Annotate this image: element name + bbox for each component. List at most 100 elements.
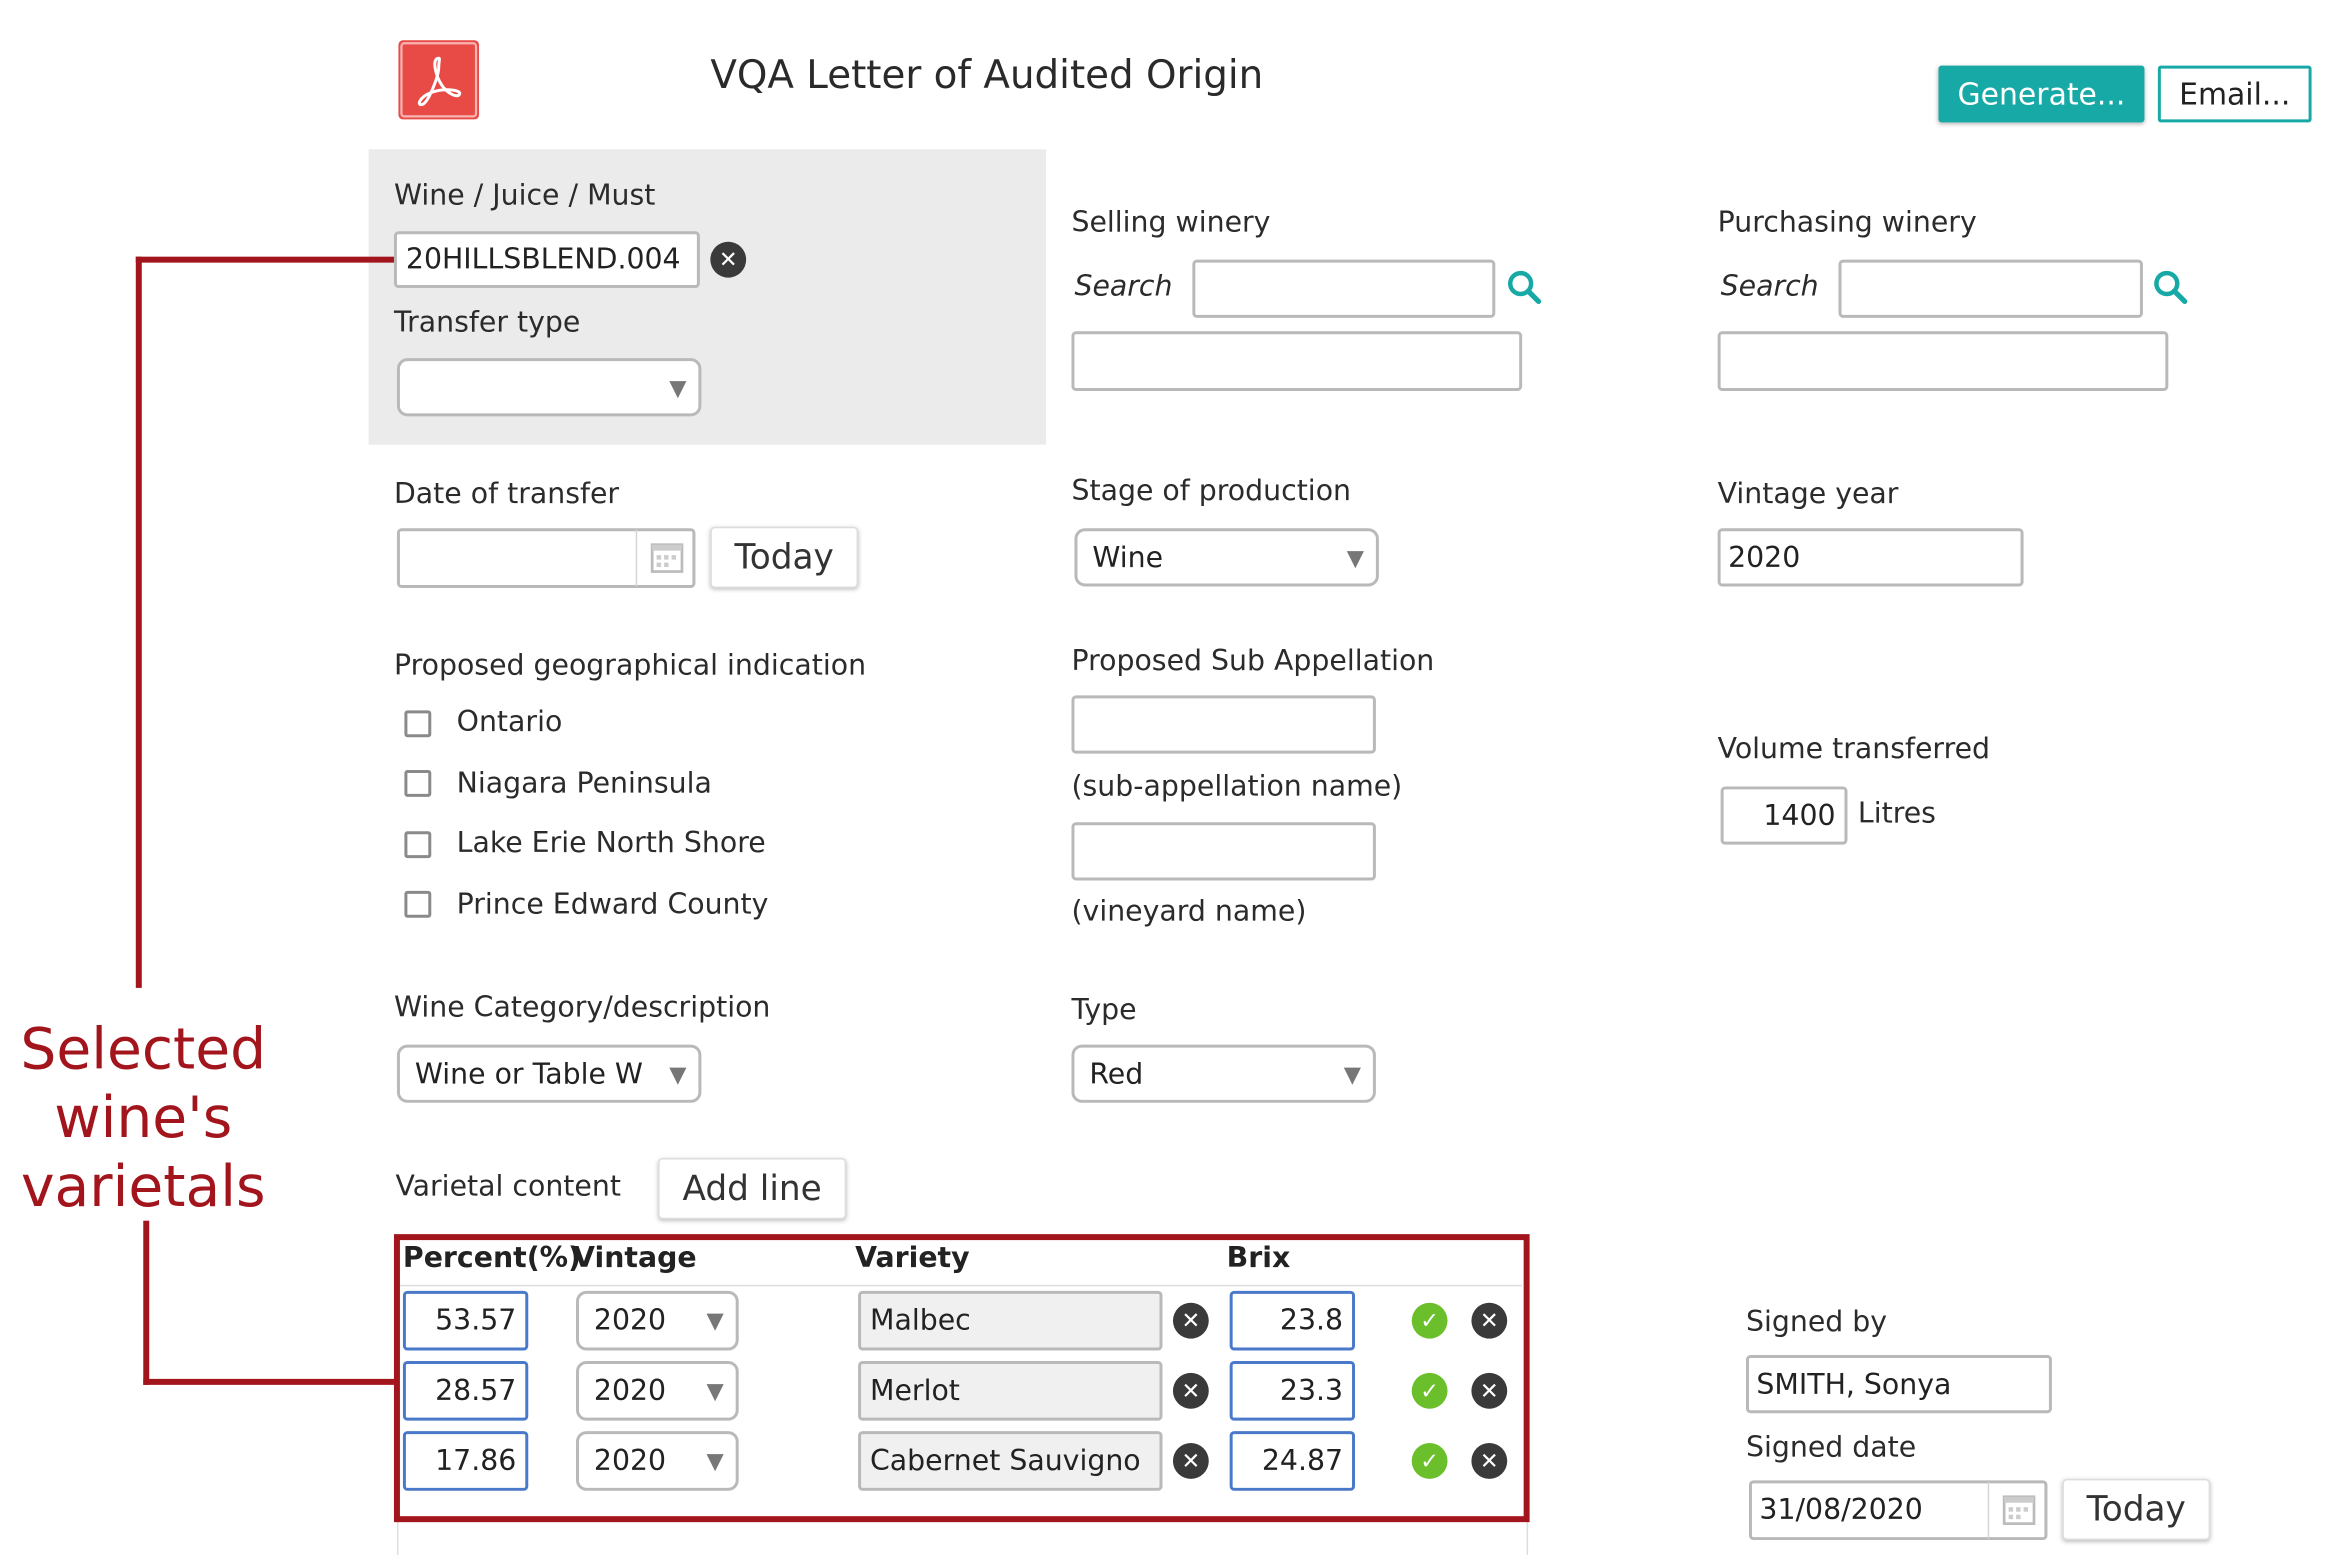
geo-niagara-label: Niagara Peninsula bbox=[456, 767, 712, 800]
variety-field[interactable]: Cabernet Sauvigno bbox=[858, 1431, 1163, 1491]
chevron-down-icon: ▼ bbox=[1343, 1060, 1361, 1088]
signed-by-label: Signed by bbox=[1745, 1305, 1888, 1339]
pdf-icon bbox=[398, 40, 480, 120]
annotation-line: Selected bbox=[20, 1016, 267, 1082]
chevron-down-icon: ▼ bbox=[669, 373, 687, 401]
vintage-select[interactable]: 2020 ▼ bbox=[576, 1360, 739, 1421]
today-button[interactable]: Today bbox=[710, 526, 859, 588]
type-select[interactable]: Red ▼ bbox=[1071, 1044, 1376, 1103]
purchasing-search-input[interactable] bbox=[1838, 259, 2143, 318]
brix-field[interactable]: 23.3 bbox=[1229, 1360, 1356, 1421]
calendar-icon[interactable] bbox=[1987, 1481, 2046, 1539]
chevron-down-icon: ▼ bbox=[669, 1060, 687, 1088]
vintage-value: 2020 bbox=[593, 1374, 667, 1408]
wine-field[interactable]: 20HILLSBLEND.004 bbox=[393, 231, 700, 289]
header-brix: Brix bbox=[1226, 1241, 1291, 1275]
vintage-select[interactable]: 2020 ▼ bbox=[576, 1431, 739, 1491]
geo-prince-edward-label: Prince Edward County bbox=[456, 887, 769, 921]
chevron-down-icon: ▼ bbox=[706, 1447, 724, 1475]
geo-ontario-label: Ontario bbox=[456, 705, 563, 739]
transfer-type-select[interactable]: ▼ bbox=[396, 358, 702, 417]
purchasing-winery-label: Purchasing winery bbox=[1717, 205, 1977, 239]
annotation-text: Selected wine's varietals bbox=[0, 1015, 287, 1221]
confirm-row-icon[interactable]: ✓ bbox=[1411, 1443, 1448, 1479]
annotation-connector bbox=[143, 1220, 150, 1385]
generate-button[interactable]: Generate... bbox=[1938, 65, 2145, 123]
vintage-year-label: Vintage year bbox=[1717, 477, 1899, 511]
annotation-connector bbox=[135, 256, 394, 263]
volume-field[interactable]: 1400 bbox=[1720, 786, 1848, 845]
search-icon[interactable] bbox=[1506, 269, 1545, 314]
signed-by-field[interactable]: SMITH, Sonya bbox=[1745, 1355, 2052, 1414]
type-label: Type bbox=[1071, 993, 1137, 1027]
selling-search-input[interactable] bbox=[1192, 259, 1496, 318]
header-variety: Variety bbox=[855, 1241, 970, 1275]
chevron-down-icon: ▼ bbox=[1346, 543, 1364, 571]
category-select[interactable]: Wine or Table W ▼ bbox=[396, 1044, 702, 1103]
signed-today-button[interactable]: Today bbox=[2062, 1478, 2211, 1541]
stage-select[interactable]: Wine ▼ bbox=[1074, 528, 1379, 587]
purchasing-search-label: Search bbox=[1720, 270, 1819, 303]
sub-appellation-field[interactable] bbox=[1071, 695, 1376, 754]
chevron-down-icon: ▼ bbox=[706, 1377, 724, 1405]
delete-row-icon[interactable]: ✕ bbox=[1471, 1443, 1508, 1479]
brix-field[interactable]: 24.87 bbox=[1229, 1431, 1356, 1491]
vineyard-field[interactable] bbox=[1071, 822, 1376, 881]
confirm-row-icon[interactable]: ✓ bbox=[1411, 1372, 1448, 1409]
email-button[interactable]: Email... bbox=[2157, 65, 2312, 123]
annotation-connector bbox=[135, 256, 142, 988]
vintage-value: 2020 bbox=[593, 1304, 667, 1338]
clear-variety-icon[interactable]: ✕ bbox=[1172, 1302, 1209, 1339]
selling-winery-label: Selling winery bbox=[1071, 205, 1271, 239]
stage-label: Stage of production bbox=[1071, 474, 1352, 508]
date-transfer-label: Date of transfer bbox=[393, 477, 620, 511]
signed-date-label: Signed date bbox=[1745, 1431, 1917, 1464]
annotation-line: varietals bbox=[20, 1153, 266, 1220]
selling-winery-field[interactable] bbox=[1071, 331, 1523, 391]
category-label: Wine Category/description bbox=[393, 990, 771, 1024]
percent-field[interactable]: 17.86 bbox=[402, 1431, 529, 1491]
annotation-connector bbox=[143, 1378, 394, 1385]
header-percent: Percent(%) bbox=[402, 1241, 582, 1275]
chevron-down-icon: ▼ bbox=[706, 1307, 724, 1335]
search-icon[interactable] bbox=[2152, 269, 2191, 314]
type-value: Red bbox=[1089, 1057, 1144, 1091]
confirm-row-icon[interactable]: ✓ bbox=[1411, 1302, 1448, 1339]
clear-wine-icon[interactable]: ✕ bbox=[710, 241, 747, 278]
add-line-button[interactable]: Add line bbox=[658, 1158, 847, 1220]
brix-field[interactable]: 23.8 bbox=[1229, 1290, 1356, 1351]
clear-variety-icon[interactable]: ✕ bbox=[1172, 1443, 1209, 1479]
volume-label: Volume transferred bbox=[1717, 732, 1991, 766]
variety-field[interactable]: Merlot bbox=[858, 1360, 1163, 1421]
geo-lake-erie-label: Lake Erie North Shore bbox=[456, 826, 766, 860]
category-value: Wine or Table W bbox=[414, 1057, 643, 1091]
geo-lake-erie-checkbox[interactable] bbox=[404, 831, 432, 859]
transfer-type-label: Transfer type bbox=[393, 305, 581, 339]
purchasing-winery-field[interactable] bbox=[1717, 331, 2169, 391]
geo-prince-edward-checkbox[interactable] bbox=[404, 890, 432, 918]
wine-label: Wine / Juice / Must bbox=[393, 179, 656, 212]
percent-field[interactable]: 28.57 bbox=[402, 1360, 529, 1421]
sub-appellation-label: Proposed Sub Appellation bbox=[1071, 644, 1435, 678]
selling-search-label: Search bbox=[1074, 270, 1173, 303]
volume-unit: Litres bbox=[1857, 796, 1936, 830]
varietal-label: Varietal content bbox=[395, 1169, 621, 1203]
percent-field[interactable]: 53.57 bbox=[402, 1290, 529, 1351]
geo-niagara-checkbox[interactable] bbox=[404, 770, 432, 797]
calendar-icon[interactable] bbox=[635, 529, 694, 587]
table-header-divider bbox=[399, 1284, 1523, 1287]
geo-ontario-checkbox[interactable] bbox=[404, 710, 432, 738]
geo-label: Proposed geographical indication bbox=[393, 649, 867, 682]
vintage-select[interactable]: 2020 ▼ bbox=[576, 1290, 739, 1351]
page-title: VQA Letter of Audited Origin bbox=[710, 53, 1264, 99]
clear-variety-icon[interactable]: ✕ bbox=[1172, 1372, 1209, 1409]
vintage-year-field[interactable]: 2020 bbox=[1717, 528, 2024, 587]
sub-appellation-caption: (sub-appellation name) bbox=[1071, 770, 1403, 803]
vineyard-caption: (vineyard name) bbox=[1071, 895, 1307, 929]
vintage-value: 2020 bbox=[593, 1444, 667, 1478]
header-vintage: Vintage bbox=[573, 1241, 697, 1275]
stage-value: Wine bbox=[1092, 540, 1164, 574]
delete-row-icon[interactable]: ✕ bbox=[1471, 1302, 1508, 1339]
variety-field[interactable]: Malbec bbox=[858, 1290, 1163, 1351]
delete-row-icon[interactable]: ✕ bbox=[1471, 1372, 1508, 1409]
